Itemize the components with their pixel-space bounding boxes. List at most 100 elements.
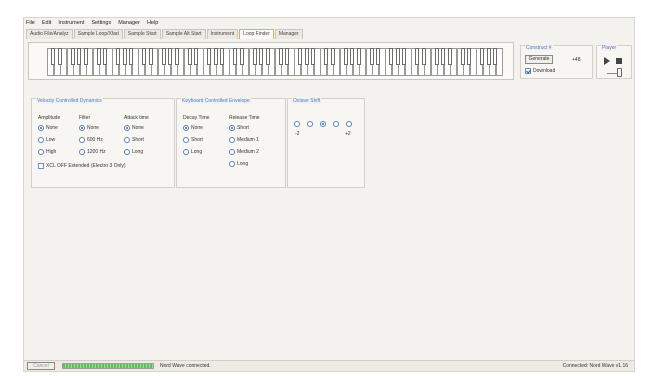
tab-instrument[interactable]: Instrument (206, 29, 239, 39)
keyboard-envelope-group: Keyboard Controlled Envelope Decay Time … (176, 98, 286, 188)
black-key[interactable] (415, 48, 420, 65)
play-icon[interactable] (604, 57, 610, 65)
black-key[interactable] (467, 48, 472, 65)
release-medium1-radio[interactable] (229, 137, 235, 143)
tab-sample-alt-start[interactable]: Sample Alt Start (161, 29, 206, 39)
menu-edit[interactable]: Edit (42, 19, 51, 28)
amplitude-none-radio[interactable] (38, 125, 44, 131)
generate-button[interactable]: Generate (525, 55, 553, 64)
black-key[interactable] (187, 48, 192, 65)
black-key[interactable] (96, 48, 101, 65)
tab-sample-start[interactable]: Sample Start (123, 29, 161, 39)
black-key[interactable] (395, 48, 400, 65)
black-key[interactable] (350, 48, 355, 65)
black-key[interactable] (239, 48, 244, 65)
tab-audio-file[interactable]: Audio File/Analyz (26, 29, 73, 39)
piano-keyboard[interactable] (47, 48, 503, 76)
volume-slider-handle[interactable] (617, 68, 622, 77)
black-key[interactable] (376, 48, 381, 65)
octave-minus2-radio[interactable] (294, 121, 300, 127)
black-key[interactable] (174, 48, 179, 65)
black-key[interactable] (324, 48, 329, 65)
decay-none-label: None (191, 125, 203, 131)
black-key[interactable] (369, 48, 374, 65)
release-long-radio[interactable] (229, 161, 235, 167)
black-key[interactable] (142, 48, 147, 65)
release-short-radio[interactable] (229, 125, 235, 131)
tab-loop-finder[interactable]: Loop Finder (239, 29, 274, 39)
black-key[interactable] (148, 48, 153, 65)
black-key[interactable] (343, 48, 348, 65)
menu-file[interactable]: File (26, 19, 35, 28)
cancel-button[interactable]: Cancel (27, 362, 55, 370)
black-key[interactable] (103, 48, 108, 65)
black-key[interactable] (77, 48, 82, 65)
tab-sample-loop[interactable]: Sample Loop/Xfad (73, 29, 123, 39)
black-key[interactable] (278, 48, 283, 65)
black-key[interactable] (161, 48, 166, 65)
octave-minus1-radio[interactable] (307, 121, 313, 127)
black-key[interactable] (194, 48, 199, 65)
black-key[interactable] (421, 48, 426, 65)
menu-settings[interactable]: Settings (91, 19, 111, 28)
attack-none-radio[interactable] (124, 125, 130, 131)
black-key[interactable] (51, 48, 56, 65)
black-key[interactable] (311, 48, 316, 65)
download-checkbox[interactable] (525, 68, 531, 74)
black-key[interactable] (70, 48, 75, 65)
stop-icon[interactable] (616, 58, 622, 64)
black-key[interactable] (168, 48, 173, 65)
black-key[interactable] (83, 48, 88, 65)
release-medium2-label: Medium 2 (237, 149, 259, 155)
black-key[interactable] (220, 48, 225, 65)
xcl-extended-checkbox[interactable] (38, 163, 44, 169)
black-key[interactable] (233, 48, 238, 65)
decay-long-radio[interactable] (183, 149, 189, 155)
black-key[interactable] (129, 48, 134, 65)
black-key[interactable] (285, 48, 290, 65)
black-key[interactable] (207, 48, 212, 65)
attack-long-radio[interactable] (124, 149, 130, 155)
menu-help[interactable]: Help (147, 19, 158, 28)
filter-none-radio[interactable] (79, 125, 85, 131)
octave-plus1-radio[interactable] (333, 121, 339, 127)
black-key[interactable] (265, 48, 270, 65)
release-long-label: Long (237, 161, 249, 167)
menu-instrument[interactable]: Instrument (58, 19, 84, 28)
menu-manager[interactable]: Manager (118, 19, 140, 28)
octave-max-label: +2 (345, 131, 351, 137)
black-key[interactable] (298, 48, 303, 65)
black-key[interactable] (402, 48, 407, 65)
release-medium2-radio[interactable] (229, 149, 235, 155)
keyboard-panel (28, 42, 514, 80)
octave-zero-radio[interactable] (320, 121, 326, 127)
black-key[interactable] (389, 48, 394, 65)
attack-short-radio[interactable] (124, 137, 130, 143)
black-key[interactable] (441, 48, 446, 65)
decay-none-radio[interactable] (183, 125, 189, 131)
black-key[interactable] (57, 48, 62, 65)
black-key[interactable] (252, 48, 257, 65)
black-key[interactable] (213, 48, 218, 65)
black-key[interactable] (460, 48, 465, 65)
octave-plus2-radio[interactable] (346, 121, 352, 127)
black-key[interactable] (486, 48, 491, 65)
amplitude-low-radio[interactable] (38, 137, 44, 143)
black-key[interactable] (330, 48, 335, 65)
black-key[interactable] (122, 48, 127, 65)
black-key[interactable] (259, 48, 264, 65)
black-key[interactable] (356, 48, 361, 65)
decay-short-radio[interactable] (183, 137, 189, 143)
filter-1200hz-radio[interactable] (79, 149, 85, 155)
black-key[interactable] (480, 48, 485, 65)
black-key[interactable] (304, 48, 309, 65)
black-key[interactable] (116, 48, 121, 65)
filter-600hz-radio[interactable] (79, 137, 85, 143)
black-key[interactable] (434, 48, 439, 65)
black-key[interactable] (447, 48, 452, 65)
status-bar: Cancel Nord Wave connected. Connected: N… (24, 360, 634, 371)
amplitude-high-radio[interactable] (38, 149, 44, 155)
tab-manager[interactable]: Manager (274, 29, 303, 39)
black-key[interactable] (493, 48, 498, 65)
amplitude-header: Amplitude (38, 115, 61, 121)
